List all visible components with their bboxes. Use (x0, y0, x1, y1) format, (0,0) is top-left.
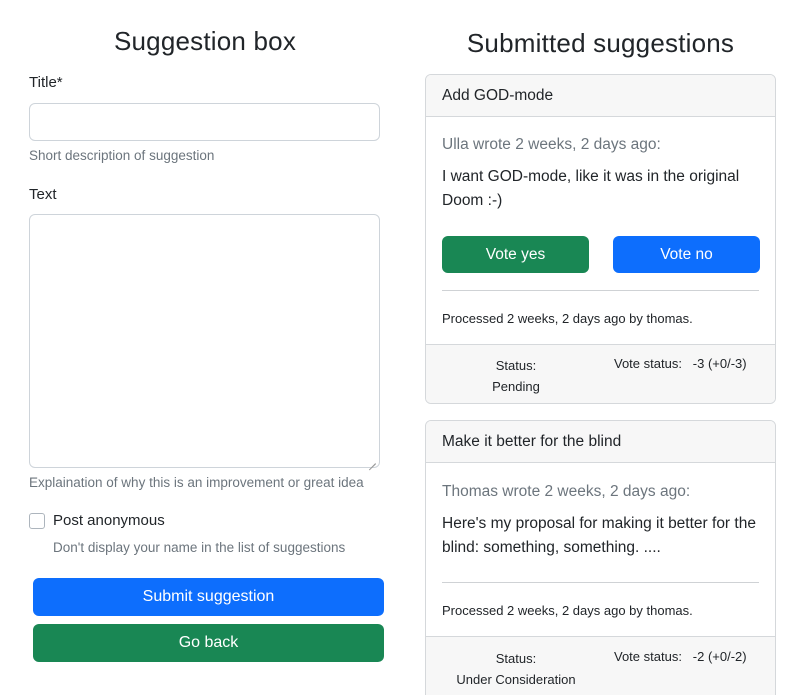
suggestion-card: Make it better for the blind Thomas wrot… (425, 420, 776, 695)
text-textarea[interactable] (29, 214, 380, 468)
suggestion-title: Add GOD-mode (426, 75, 775, 117)
title-label: Title* (29, 74, 63, 91)
anonymous-label[interactable]: Post anonymous (53, 512, 165, 529)
status-label: Status: (495, 651, 537, 666)
suggestion-text: Here's my proposal for making it better … (442, 515, 756, 556)
form-heading: Suggestion box (113, 26, 297, 56)
title-input[interactable] (29, 103, 380, 141)
status-value: Pending (492, 379, 540, 394)
vote-status-value: -3 (+0/-3) (692, 356, 747, 371)
suggestion-card: Add GOD-mode Ulla wrote 2 weeks, 2 days … (425, 74, 776, 404)
status-value: Under Consideration (456, 672, 576, 687)
suggestion-text: I want GOD-mode, like it was in the orig… (442, 168, 740, 209)
vote-status-value: -2 (+0/-2) (692, 649, 747, 664)
vote-status-label: Vote status: (614, 649, 682, 664)
submit-button[interactable]: Submit suggestion (33, 578, 384, 616)
anonymous-checkbox[interactable] (29, 513, 45, 529)
resize-handle-icon[interactable] (369, 457, 376, 464)
divider (442, 582, 759, 583)
anonymous-help: Don't display your name in the list of s… (53, 540, 346, 555)
vote-no-button[interactable]: Vote no (613, 236, 760, 273)
text-help: Explaination of why this is an improveme… (29, 475, 364, 490)
suggestion-author: Thomas wrote 2 weeks, 2 days ago: (442, 483, 691, 500)
vote-yes-button[interactable]: Vote yes (442, 236, 589, 273)
vote-status: Vote status: -3 (+0/-3) (614, 356, 747, 371)
vote-status: Vote status: -2 (+0/-2) (614, 649, 747, 664)
suggestion-footer: Status: Pending Vote status: -3 (+0/-3) (426, 344, 775, 403)
text-label: Text (29, 186, 57, 203)
title-help: Short description of suggestion (29, 148, 215, 163)
vote-status-label: Vote status: (614, 356, 682, 371)
processed-info: Processed 2 weeks, 2 days ago by thomas. (442, 603, 693, 618)
status-label: Status: (495, 358, 537, 373)
suggestion-author: Ulla wrote 2 weeks, 2 days ago: (442, 136, 661, 153)
suggestion-footer: Status: Under Consideration Vote status:… (426, 636, 775, 695)
go-back-button[interactable]: Go back (33, 624, 384, 662)
processed-info: Processed 2 weeks, 2 days ago by thomas. (442, 311, 693, 326)
list-heading: Submitted suggestions (466, 28, 735, 58)
suggestion-title: Make it better for the blind (426, 421, 775, 463)
divider (442, 290, 759, 291)
